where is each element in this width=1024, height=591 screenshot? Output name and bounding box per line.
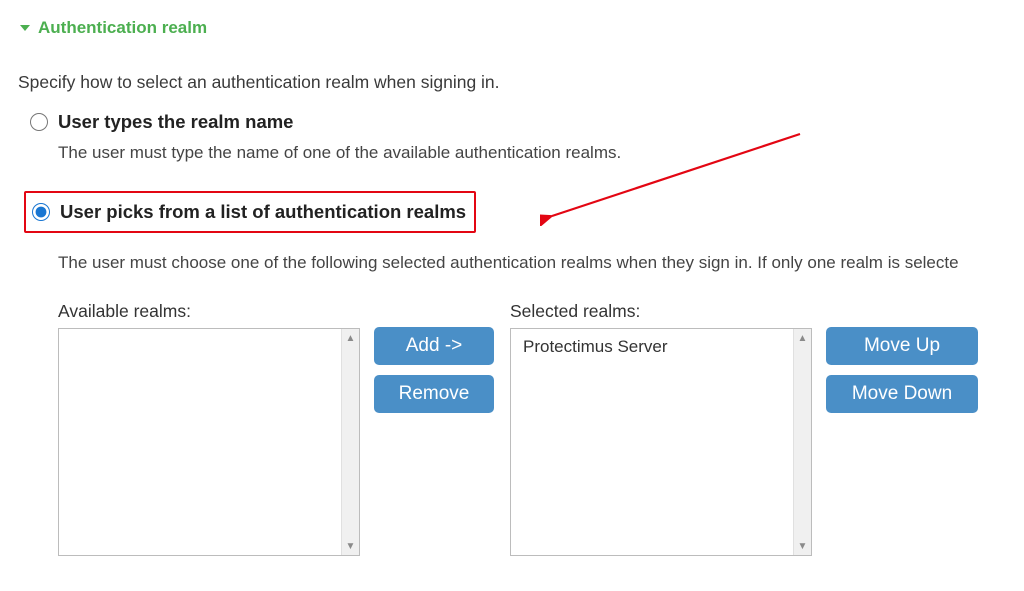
available-listbox[interactable]: ▲ ▼ [58, 328, 360, 556]
move-down-button[interactable]: Move Down [826, 375, 978, 413]
section-header[interactable]: Authentication realm [18, 18, 1024, 38]
option-desc-types: The user must type the name of one of th… [30, 143, 1024, 163]
add-remove-buttons: Add -> Remove [374, 301, 494, 556]
chevron-down-icon [18, 21, 32, 35]
option-user-picks: User picks from a list of authentication… [18, 191, 1024, 273]
available-panel: Available realms: ▲ ▼ [58, 301, 360, 556]
selected-label: Selected realms: [510, 301, 812, 322]
available-label: Available realms: [58, 301, 360, 322]
scrollbar[interactable]: ▲ ▼ [341, 329, 359, 555]
scroll-up-icon[interactable]: ▲ [342, 329, 359, 347]
intro-text: Specify how to select an authentication … [18, 72, 1024, 93]
option-desc-picks: The user must choose one of the followin… [30, 253, 1024, 273]
selected-panel: Selected realms: Protectimus Server ▲ ▼ [510, 301, 812, 556]
remove-button[interactable]: Remove [374, 375, 494, 413]
move-up-button[interactable]: Move Up [826, 327, 978, 365]
section-title: Authentication realm [38, 18, 207, 38]
realms-panels: Available realms: ▲ ▼ Add -> Remove Sele… [18, 301, 1024, 556]
scrollbar[interactable]: ▲ ▼ [793, 329, 811, 555]
radio-user-types[interactable] [30, 113, 48, 131]
option-label-picks: User picks from a list of authentication… [60, 201, 466, 223]
selected-listbox[interactable]: Protectimus Server ▲ ▼ [510, 328, 812, 556]
move-buttons: Move Up Move Down [826, 301, 978, 556]
list-item[interactable]: Protectimus Server [523, 337, 781, 357]
option-user-types: User types the realm name The user must … [18, 111, 1024, 163]
scroll-down-icon[interactable]: ▼ [342, 537, 359, 555]
radio-user-picks[interactable] [32, 203, 50, 221]
scroll-down-icon[interactable]: ▼ [794, 537, 811, 555]
add-button[interactable]: Add -> [374, 327, 494, 365]
option-label-types: User types the realm name [58, 111, 293, 133]
scroll-up-icon[interactable]: ▲ [794, 329, 811, 347]
